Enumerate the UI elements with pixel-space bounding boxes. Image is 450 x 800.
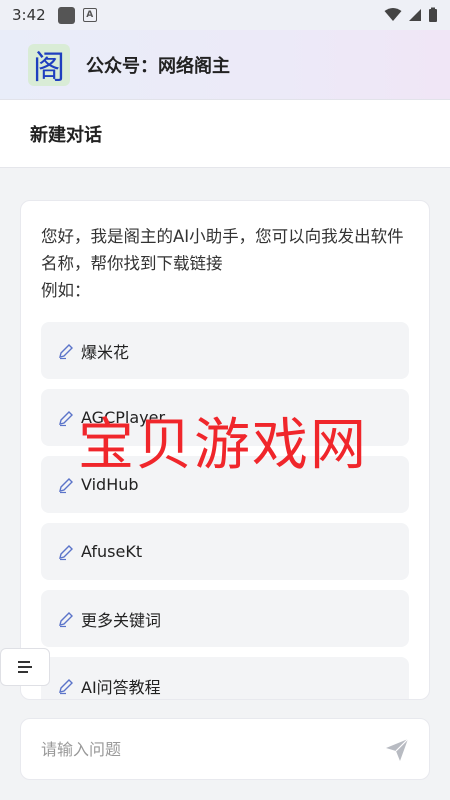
pencil-icon bbox=[59, 544, 73, 560]
suggestion-label: 爆米花 bbox=[81, 342, 130, 362]
suggestion-item[interactable]: AfuseKt bbox=[41, 523, 409, 580]
status-time: 3:42 bbox=[12, 6, 46, 24]
menu-button[interactable] bbox=[0, 648, 50, 686]
pencil-icon bbox=[59, 477, 73, 493]
battery-icon bbox=[429, 7, 437, 22]
new-conversation-title[interactable]: 新建对话 bbox=[30, 121, 102, 147]
menu-lines-icon bbox=[18, 661, 32, 673]
app-logo: 阁 bbox=[28, 43, 70, 86]
suggestion-item[interactable]: 更多关键词 bbox=[41, 590, 409, 647]
suggestion-item[interactable]: AI问答教程 bbox=[41, 657, 409, 699]
suggestion-label: AI问答教程 bbox=[81, 677, 161, 697]
suggestion-label: AfuseKt bbox=[81, 542, 143, 561]
question-input[interactable] bbox=[41, 739, 361, 759]
greeting-example-label: 例如： bbox=[41, 281, 91, 300]
notification-icon bbox=[57, 6, 75, 24]
watermark-text: 宝贝游戏网 bbox=[78, 413, 368, 478]
app-a-icon: A bbox=[82, 8, 97, 22]
conversation-header: 新建对话 bbox=[0, 100, 450, 168]
pencil-icon bbox=[59, 410, 73, 426]
signal-icon bbox=[409, 9, 421, 21]
pencil-icon bbox=[59, 611, 73, 627]
suggestion-item[interactable]: 爆米花 bbox=[41, 322, 409, 379]
wifi-icon bbox=[384, 8, 402, 21]
pencil-icon bbox=[59, 678, 73, 694]
assistant-greeting: 您好，我是阁主的AI小助手，您可以向我发出软件名称，帮你找到下载链接 例如： bbox=[41, 223, 413, 304]
send-icon[interactable] bbox=[383, 736, 411, 764]
greeting-text: 您好，我是阁主的AI小助手，您可以向我发出软件名称，帮你找到下载链接 bbox=[41, 227, 404, 273]
status-bar: 3:42 A bbox=[0, 0, 450, 30]
app-header: 阁 公众号：网络阁主 bbox=[0, 30, 450, 100]
pencil-icon bbox=[59, 343, 73, 359]
header-title: 公众号：网络阁主 bbox=[86, 55, 230, 77]
suggestion-label: 更多关键词 bbox=[81, 610, 162, 630]
question-input-bar bbox=[20, 718, 430, 780]
logo-char: 阁 bbox=[32, 47, 65, 86]
